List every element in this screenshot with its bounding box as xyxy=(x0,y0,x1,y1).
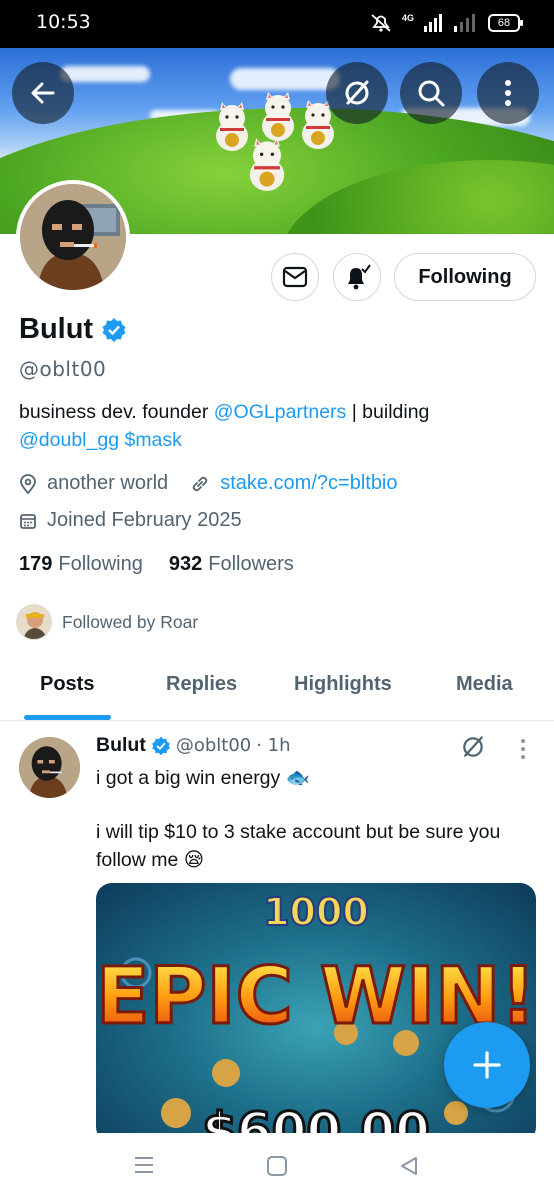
mail-icon xyxy=(282,266,308,288)
profile-name: Bulut xyxy=(19,313,94,345)
signal-icon-2 xyxy=(454,14,475,32)
back-button[interactable] xyxy=(12,62,74,124)
profile-avatar[interactable] xyxy=(16,180,130,294)
profile-handle: @oblt00 xyxy=(19,357,107,381)
message-button[interactable] xyxy=(271,253,319,301)
follower-avatar xyxy=(16,604,52,640)
bio-cashtag-link[interactable]: $mask xyxy=(124,429,181,451)
tab-media[interactable]: Media xyxy=(456,673,513,696)
tab-highlights[interactable]: Highlights xyxy=(294,673,392,696)
more-vertical-icon xyxy=(505,80,511,106)
avatar-image xyxy=(20,184,126,290)
status-icons: 4G 68 xyxy=(370,12,523,33)
more-vertical-icon[interactable] xyxy=(519,738,527,760)
followers-count: 932 xyxy=(168,553,203,575)
grok-button[interactable] xyxy=(326,62,388,124)
network-type-label: 4G xyxy=(401,12,414,23)
bio-mention-link[interactable]: @doubl_gg xyxy=(19,429,119,451)
following-count: 179 xyxy=(19,553,53,575)
post-header: Bulut @oblt00 · 1h xyxy=(96,734,291,757)
signal-icon xyxy=(424,14,442,32)
post-text-line: i got a big win energy 🐟 xyxy=(96,767,310,789)
back-nav-icon[interactable] xyxy=(398,1155,420,1177)
post-text-line: i will tip $10 to 3 stake account but be… xyxy=(96,821,501,871)
status-bar: 10:53 4G 68 xyxy=(0,0,554,48)
system-nav-bar xyxy=(0,1133,554,1200)
post-author-handle[interactable]: @oblt00 xyxy=(176,735,251,756)
location-icon xyxy=(20,473,36,494)
back-arrow-icon xyxy=(31,82,55,104)
following-label: Following xyxy=(58,553,143,575)
verified-icon xyxy=(151,736,170,755)
verified-icon xyxy=(102,317,126,342)
bio-mention-link[interactable]: @OGLpartners xyxy=(214,401,347,423)
bell-icon xyxy=(348,264,371,290)
home-icon[interactable] xyxy=(266,1155,288,1177)
search-icon xyxy=(418,80,445,107)
profile-joined-date: Joined February 2025 xyxy=(47,509,242,531)
post-time: · 1h xyxy=(256,735,291,756)
status-time: 10:53 xyxy=(36,11,91,33)
battery-icon: 68 xyxy=(488,14,523,32)
notifications-button[interactable] xyxy=(333,253,381,301)
recent-apps-icon[interactable] xyxy=(133,1155,155,1175)
compose-post-button[interactable] xyxy=(444,1022,530,1108)
link-icon xyxy=(193,476,208,491)
bio-text: business dev. founder xyxy=(19,401,214,423)
active-tab-indicator xyxy=(24,715,111,720)
followed-by-row[interactable]: Followed by Roar xyxy=(16,604,198,640)
following-count-link[interactable]: 179 Following xyxy=(19,553,143,576)
profile-location: another world xyxy=(47,472,169,494)
mute-icon xyxy=(371,14,391,32)
plus-icon xyxy=(473,1051,501,1079)
media-multiplier-text: 1000 xyxy=(263,890,369,934)
tab-replies[interactable]: Replies xyxy=(166,673,237,696)
lucky-cat-image xyxy=(262,92,294,141)
grok-icon[interactable] xyxy=(460,734,486,760)
lucky-cat-image xyxy=(249,138,285,191)
followed-by-text: Followed by Roar xyxy=(62,611,199,632)
profile-name-row: Bulut xyxy=(19,313,127,346)
post-author-avatar[interactable] xyxy=(19,737,80,798)
profile-joined-row: Joined February 2025 xyxy=(19,509,242,532)
more-options-button[interactable] xyxy=(477,62,539,124)
profile-counts: 179 Following 932 Followers xyxy=(19,553,294,576)
calendar-icon xyxy=(20,513,36,529)
profile-tabs: Posts Replies Highlights Media xyxy=(0,660,554,721)
bio-text: | building xyxy=(346,401,430,423)
profile-bio: business dev. founder @OGLpartners | bui… xyxy=(19,398,519,454)
followers-label: Followers xyxy=(208,553,294,575)
followers-count-link[interactable]: 932 Followers xyxy=(169,553,294,576)
profile-location-row: another world stake.com/?c=bltbio xyxy=(19,472,398,495)
avatar-image xyxy=(19,737,80,798)
grok-icon xyxy=(345,80,369,105)
tab-posts[interactable]: Posts xyxy=(40,673,94,696)
following-button[interactable]: Following xyxy=(394,253,536,301)
profile-website-link[interactable]: stake.com/?c=bltbio xyxy=(220,472,397,495)
post-author-name[interactable]: Bulut xyxy=(96,734,146,757)
search-button[interactable] xyxy=(400,62,462,124)
